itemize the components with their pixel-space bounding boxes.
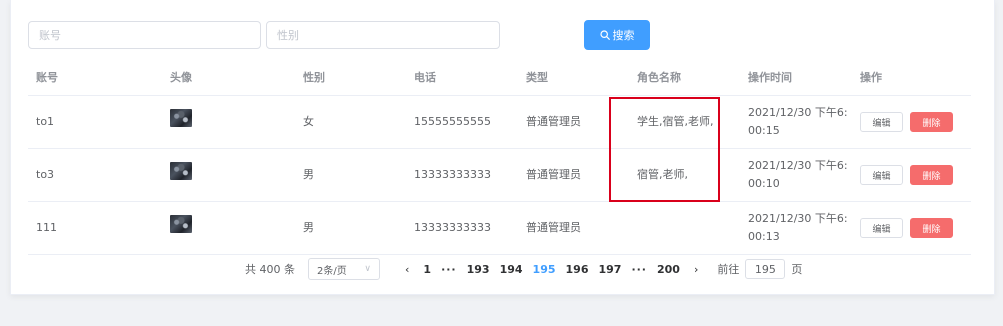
cell-role-names: 宿管,老师,: [637, 168, 688, 181]
time-date: 2021/12/30 下午6:: [748, 159, 848, 172]
header-operation-time: 操作时间: [748, 70, 792, 84]
goto-label: 前往: [717, 263, 740, 276]
cell-gender: 女: [303, 115, 314, 128]
prev-page-button[interactable]: ‹: [405, 263, 409, 276]
time-date: 2021/12/30 下午6:: [748, 106, 848, 119]
header-gender: 性别: [303, 70, 325, 84]
page-number[interactable]: 194: [500, 263, 523, 276]
cell-gender: 男: [303, 168, 314, 181]
page-number[interactable]: 197: [598, 263, 621, 276]
page-ellipsis[interactable]: ···: [441, 263, 457, 276]
cell-avatar: [170, 96, 280, 148]
account-search-input[interactable]: [28, 21, 261, 49]
cell-operation-time: 2021/12/30 下午6: 00:13: [748, 202, 858, 254]
cell-account: 111: [36, 221, 57, 234]
header-type: 类型: [526, 70, 548, 84]
edit-button[interactable]: 编辑: [860, 218, 903, 238]
header-role-names: 角色名称: [637, 70, 681, 84]
avatar: [170, 162, 192, 180]
page-number[interactable]: 1: [423, 263, 431, 276]
page-size-value: 2条/页: [317, 265, 347, 277]
header-operations: 操作: [860, 70, 882, 84]
cell-avatar: [170, 149, 280, 201]
delete-button[interactable]: 删除: [910, 218, 953, 238]
page-number[interactable]: 200: [657, 263, 680, 276]
time-clock: 00:15: [748, 124, 780, 137]
header-account: 账号: [36, 70, 58, 84]
table-row: to1 女 15555555555 普通管理员 学生,宿管,老师, 2021/1…: [28, 96, 971, 149]
pagination-total: 共 400 条: [245, 263, 295, 276]
goto-suffix: 页: [791, 263, 803, 276]
goto-page-input[interactable]: [745, 259, 786, 279]
cell-account: to3: [36, 168, 55, 181]
edit-button[interactable]: 编辑: [860, 165, 903, 185]
cell-operations: 编辑 删除: [860, 96, 970, 148]
table-row: to3 男 13333333333 普通管理员 宿管,老师, 2021/12/3…: [28, 149, 971, 202]
avatar: [170, 215, 192, 233]
edit-button[interactable]: 编辑: [860, 112, 903, 132]
cell-gender: 男: [303, 221, 314, 234]
pagination: 共 400 条 2条/页 ∨ ‹ 1 ··· 193 194 195 196 1…: [245, 258, 802, 280]
chevron-down-icon: ∨: [364, 264, 371, 274]
table-header-row: 账号 头像 性别 电话 类型 角色名称 操作时间 操作: [28, 60, 971, 96]
cell-type: 普通管理员: [526, 168, 581, 181]
cell-phone: 13333333333: [414, 221, 491, 234]
page-number[interactable]: 196: [566, 263, 589, 276]
page-number-current[interactable]: 195: [533, 263, 556, 276]
search-button-label: 搜索: [612, 29, 635, 42]
cell-phone: 15555555555: [414, 115, 491, 128]
cell-operations: 编辑 删除: [860, 149, 970, 201]
delete-button[interactable]: 删除: [910, 165, 953, 185]
time-date: 2021/12/30 下午6:: [748, 212, 848, 225]
gender-search-input[interactable]: [266, 21, 500, 49]
cell-phone: 13333333333: [414, 168, 491, 181]
table-row: 111 男 13333333333 普通管理员 2021/12/30 下午6: …: [28, 202, 971, 255]
search-button[interactable]: 搜索: [584, 20, 650, 50]
delete-button[interactable]: 删除: [910, 112, 953, 132]
next-page-button[interactable]: ›: [694, 263, 698, 276]
cell-account: to1: [36, 115, 55, 128]
header-avatar: 头像: [170, 70, 192, 84]
cell-operation-time: 2021/12/30 下午6: 00:10: [748, 149, 858, 201]
header-phone: 电话: [414, 70, 436, 84]
user-management-card: 搜索 账号 头像 性别 电话 类型 角色名称 操作时间 操作 to1 女 155…: [10, 0, 995, 295]
cell-type: 普通管理员: [526, 221, 581, 234]
user-table: 账号 头像 性别 电话 类型 角色名称 操作时间 操作 to1 女 155555…: [28, 60, 971, 255]
cell-role-names: 学生,宿管,老师,: [637, 115, 714, 128]
page-size-select[interactable]: 2条/页 ∨: [308, 258, 380, 280]
avatar: [170, 109, 192, 127]
search-icon: [599, 30, 610, 40]
page-number[interactable]: 193: [467, 263, 490, 276]
cell-operations: 编辑 删除: [860, 202, 970, 254]
cell-operation-time: 2021/12/30 下午6: 00:15: [748, 96, 858, 148]
page-ellipsis[interactable]: ···: [631, 263, 647, 276]
cell-role-names: [637, 202, 747, 254]
cell-type: 普通管理员: [526, 115, 581, 128]
time-clock: 00:13: [748, 230, 780, 243]
time-clock: 00:10: [748, 177, 780, 190]
cell-avatar: [170, 202, 280, 254]
